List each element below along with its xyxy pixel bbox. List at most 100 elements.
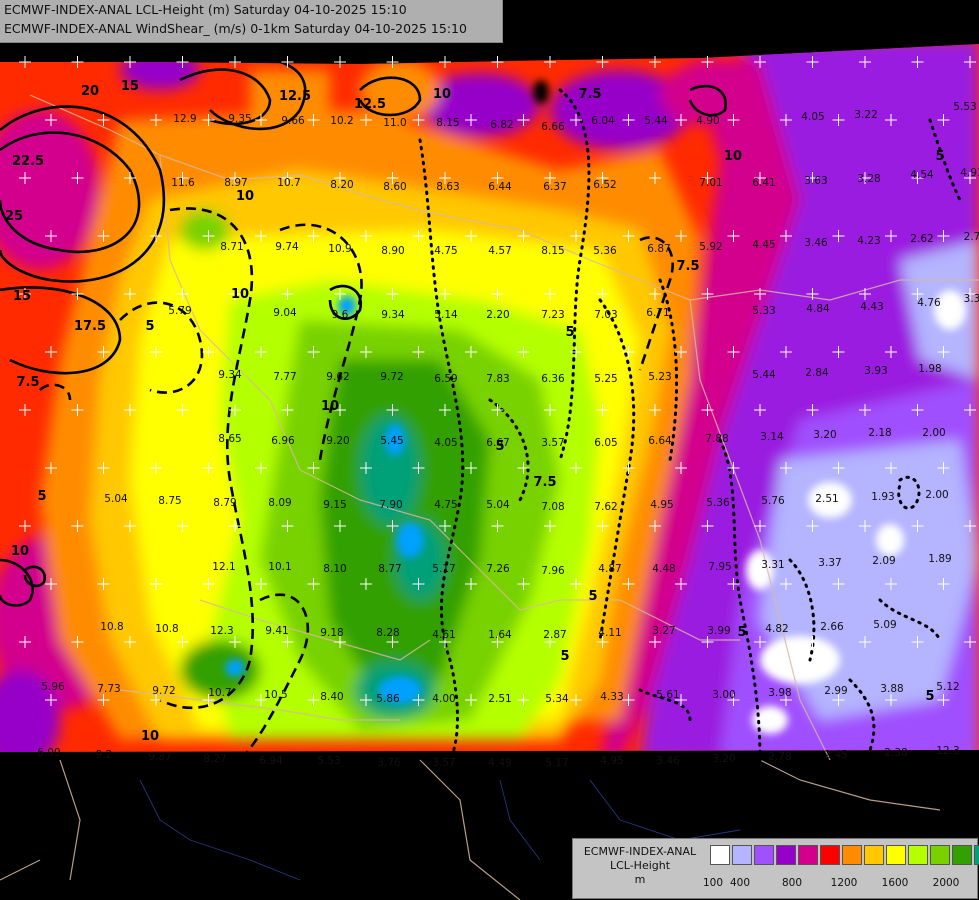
lcl-value-label: 9.6 [332,309,349,321]
lcl-value-label: 2.51 [488,693,511,705]
legend-swatch [754,845,774,865]
lcl-value-label: 8.65 [218,433,241,445]
legend-swatch [842,845,862,865]
lcl-value-label: 3.88 [880,683,903,695]
lcl-value-label: 7.01 [699,177,722,189]
lcl-value-label: 8.15 [436,117,459,129]
lcl-value-label: 9.35 [228,113,251,125]
lcl-value-label: 10.8 [155,623,178,635]
lcl-value-label: 11.6 [171,177,195,189]
lcl-value-label: 5.45 [380,435,403,447]
lcl-value-label: 5.23 [648,371,671,383]
lcl-value-label: 5.25 [594,373,617,385]
lcl-value-label: 3.00 [712,689,735,701]
lcl-value-label: 2.87 [543,629,566,641]
lcl-value-label: 7.83 [486,373,509,385]
lcl-value-label: 3.14 [760,431,784,443]
lcl-value-label: 8.27 [203,753,226,765]
lcl-value-label: 7.90 [379,499,402,511]
lcl-height-field [0,44,979,752]
legend-tick-label: 100 [702,877,724,889]
lcl-value-label: 2.00 [922,427,945,439]
lcl-value-label: 8.77 [378,563,401,575]
lcl-value-label: 7.23 [541,309,564,321]
shear-contour-label: 7.5 [16,375,39,390]
lcl-value-label: 4.43 [860,301,883,313]
lcl-value-label: 10.7 [277,177,300,189]
lcl-value-label: 7.88 [705,433,728,445]
lcl-value-label: 5.44 [752,369,776,381]
lcl-value-label: 6.96 [271,435,295,447]
lcl-value-label: 2.78 [768,751,791,763]
legend-swatch [864,845,884,865]
shear-contour-label: 10 [231,287,249,302]
lcl-value-label: 6.87 [647,243,670,255]
shear-contour-label: 5 [925,689,934,704]
lcl-value-label: 8.09 [268,497,291,509]
lcl-value-label: 8.63 [436,181,459,193]
lcl-value-label: 4.95 [650,499,673,511]
lcl-value-label: 6.04 [591,115,615,127]
shear-contour-label: 10 [236,189,254,204]
shear-contour-label: 7.5 [533,475,556,490]
legend-swatch [974,845,979,865]
legend-title: ECMWF-INDEX-ANAL [583,845,697,858]
lcl-value-label: 7.95 [708,561,731,573]
shear-contour-label: 22.5 [12,154,44,169]
lcl-value-label: 6.64 [648,435,672,447]
title-line-lcl: ECMWF-INDEX-ANAL LCL-Height (m) Saturday… [4,2,407,17]
lcl-value-label: 8.75 [158,495,181,507]
lcl-value-label: 5.36 [706,497,730,509]
lcl-value-label: 4.33 [600,691,623,703]
legend-tick-label: 400 [729,877,751,889]
lcl-value-label: 8.79 [213,497,236,509]
lcl-value-label: 5.14 [434,309,458,321]
lcl-value-label: 9.72 [380,371,403,383]
lcl-value-label: 9.04 [273,307,297,319]
legend-swatch [710,845,730,865]
legend-tick-label: 1600 [881,877,909,889]
legend-unit: m [634,873,646,886]
lcl-value-label: 8.40 [320,691,343,703]
lcl-value-label: 4.90 [696,115,719,127]
shear-contour-label: 7.5 [578,87,601,102]
lcl-value-label: 4.76 [917,297,941,309]
lcl-value-label: 4.95 [600,755,623,767]
lcl-value-label: 4.75 [434,499,457,511]
shear-contour-label: 15 [13,289,31,304]
lcl-value-label: 2.38 [884,747,907,759]
lcl-value-label: 3.22 [854,109,877,121]
lcl-value-label: 8.97 [224,177,247,189]
lcl-value-label: 6.41 [752,177,775,189]
lcl-value-label: 3.57 [432,757,455,769]
lcl-value-label: 5.34 [545,693,569,705]
legend-ticks: 100 400 800 1200 1600 2000 [703,877,974,891]
lcl-value-label: 9.72 [152,685,175,697]
lcl-value-label: 3.3 [964,293,979,305]
lcl-value-label: 2.84 [805,367,829,379]
shear-contour-label: 10 [321,399,339,414]
lcl-value-label: 8.20 [330,179,353,191]
shear-contour-label: 5 [37,489,46,504]
lcl-value-label: 3.98 [768,687,791,699]
lcl-value-label: 10.5 [264,689,287,701]
lcl-value-label: 9.87 [148,751,171,763]
lcl-value-label: 5.12 [936,681,959,693]
shear-contour-label: 20 [81,84,99,99]
lcl-value-label: 6.36 [541,373,565,385]
legend-swatch [908,845,928,865]
lcl-value-label: 3.46 [656,755,680,767]
legend-parameter: LCL-Height [609,859,671,872]
legend-tick-label: 800 [781,877,803,889]
lcl-value-label: 8.28 [376,627,399,639]
lcl-value-label: 6.37 [543,181,566,193]
lcl-value-label: 5.44 [644,115,668,127]
lcl-value-label: 2.51 [815,493,838,505]
lcl-value-label: 12.3 [936,745,959,757]
shear-contour-label: 5 [560,649,569,664]
lcl-value-label: 6.52 [593,179,616,191]
lcl-value-label: 3.76 [377,757,401,769]
lcl-value-label: 10.8 [100,621,123,633]
lcl-value-label: 4.91 [960,167,979,179]
lcl-value-label: 4.87 [598,563,621,575]
